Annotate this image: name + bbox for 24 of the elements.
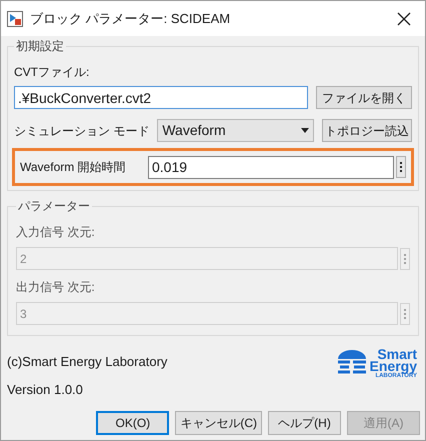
dialog-button[interactable]: キャンセル(C) bbox=[175, 411, 262, 435]
version-text: Version 1.0.0 bbox=[7, 380, 84, 398]
topology-button[interactable]: トポロジー読込 bbox=[322, 119, 412, 142]
close-icon bbox=[397, 12, 411, 26]
mode-dropdown[interactable]: Waveform bbox=[157, 119, 314, 142]
open-file-button[interactable]: ファイルを開く bbox=[316, 86, 412, 109]
logo-text: Smart bbox=[377, 348, 417, 360]
group-title: 初期設定 bbox=[15, 38, 65, 55]
block-icon bbox=[7, 10, 23, 26]
window-title: ブロック パラメーター: SCIDEAM bbox=[30, 10, 232, 28]
dialog-button[interactable]: OK(O) bbox=[96, 411, 170, 435]
mode-label: シミュレーション モード bbox=[14, 122, 150, 140]
field-label: 出力信号 次元: bbox=[16, 279, 96, 296]
copyright-text: (c)Smart Energy Laboratory bbox=[7, 353, 168, 371]
more-button[interactable] bbox=[396, 156, 406, 178]
field-label: 入力信号 次元: bbox=[16, 224, 96, 241]
start-time-field[interactable]: 0.019 bbox=[148, 156, 394, 178]
logo-text: Energy bbox=[370, 360, 417, 372]
start-time-label: Waveform 開始時間 bbox=[20, 159, 127, 176]
group-title: パラメーター bbox=[17, 198, 91, 215]
cvt-file-field[interactable]: .¥BuckConverter.cvt2 bbox=[14, 86, 308, 109]
cvt-label: CVTファイル: bbox=[14, 64, 90, 81]
caret-icon bbox=[301, 128, 309, 133]
dialog-button[interactable]: ヘルプ(H) bbox=[268, 411, 341, 435]
